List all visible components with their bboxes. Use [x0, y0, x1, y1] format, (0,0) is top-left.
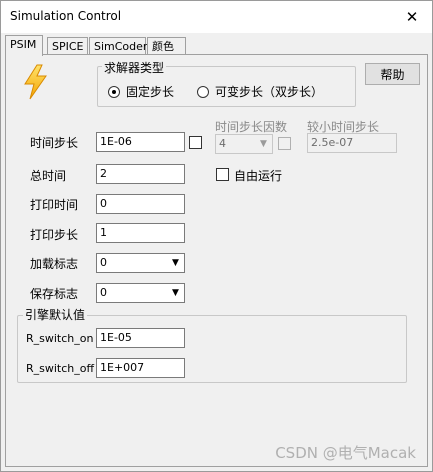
print-step-label: 打印步长: [30, 228, 79, 242]
radio-variable-step[interactable]: 可变步长（双步长）: [197, 83, 323, 100]
load-flag-label: 加载标志: [30, 257, 79, 271]
tab-simcoder[interactable]: SimCoder: [89, 37, 147, 55]
print-time-input[interactable]: 0: [96, 194, 185, 214]
tab-spice[interactable]: SPICE: [47, 37, 88, 55]
free-run-label: 自由运行: [234, 169, 283, 183]
engine-defaults-title: 引擎默认值: [23, 306, 88, 323]
print-time-label: 打印时间: [30, 198, 79, 212]
r-switch-on-label: R_switch_on: [26, 332, 94, 345]
print-step-input[interactable]: 1: [96, 223, 185, 243]
radio-fixed-label: 固定步长: [126, 85, 175, 99]
simulation-control-window: Simulation Control ✕ PSIM SPICE SimCoder…: [0, 0, 433, 472]
total-time-input[interactable]: 2: [96, 164, 185, 184]
radio-fixed-step[interactable]: 固定步长: [108, 83, 174, 100]
time-step-input[interactable]: 1E-06: [96, 132, 185, 152]
load-flag-select[interactable]: 0 ▼: [96, 253, 185, 273]
save-flag-value: 0: [100, 286, 107, 299]
load-flag-value: 0: [100, 256, 107, 269]
r-switch-off-input[interactable]: 1E+007: [96, 358, 185, 378]
lightning-icon: [24, 64, 47, 100]
help-button[interactable]: 帮助: [365, 63, 420, 85]
step-factor-label: 时间步长因数: [215, 120, 288, 134]
solver-type-title: 求解器类型: [102, 59, 167, 76]
step-factor-value: 4: [219, 137, 226, 150]
close-button[interactable]: ✕: [396, 1, 428, 33]
watermark: CSDN @电气Macak: [275, 444, 416, 462]
save-flag-label: 保存标志: [30, 287, 79, 301]
smaller-step-input: 2.5e-07: [307, 133, 397, 153]
chevron-down-icon: ▼: [172, 258, 179, 268]
save-flag-select[interactable]: 0 ▼: [96, 283, 185, 303]
radio-variable-label: 可变步长（双步长）: [215, 85, 324, 99]
radio-indicator: [197, 85, 209, 98]
title-bar: Simulation Control ✕: [1, 1, 432, 33]
tab-psim[interactable]: PSIM: [5, 35, 43, 56]
free-run-checkbox[interactable]: [216, 168, 229, 181]
r-switch-on-input[interactable]: 1E-05: [96, 328, 185, 348]
chevron-down-icon: ▼: [260, 139, 267, 149]
step-factor-select: 4 ▼: [215, 134, 273, 154]
tab-strip: PSIM SPICE SimCoder 颜色: [5, 35, 425, 56]
time-step-label: 时间步长: [30, 136, 79, 150]
chevron-down-icon: ▼: [172, 288, 179, 298]
r-switch-off-label: R_switch_off: [26, 362, 95, 375]
radio-indicator: [108, 85, 120, 98]
time-step-checkbox[interactable]: [189, 136, 202, 149]
tab-color[interactable]: 颜色: [147, 37, 186, 55]
step-factor-checkbox: [278, 137, 291, 150]
close-icon: ✕: [405, 8, 419, 26]
window-title: Simulation Control: [10, 9, 122, 23]
total-time-label: 总时间: [30, 169, 67, 183]
